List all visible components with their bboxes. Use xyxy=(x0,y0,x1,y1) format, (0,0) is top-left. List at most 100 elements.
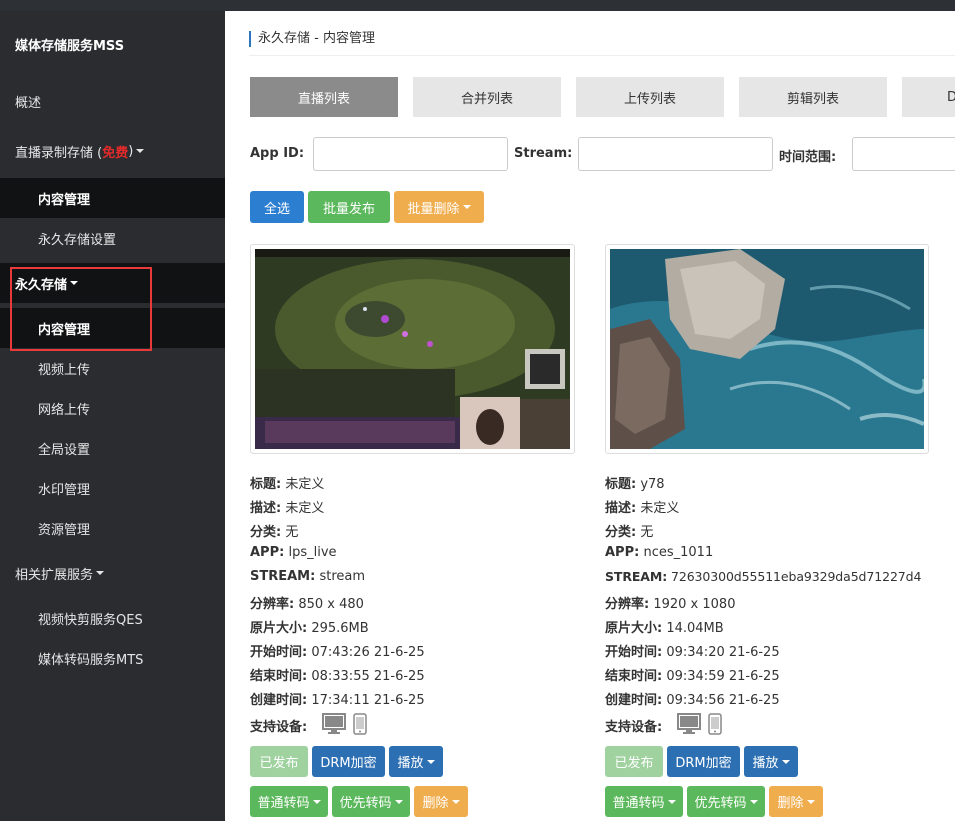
field-label: 支持设备: xyxy=(605,720,663,735)
field-label: 标题: xyxy=(250,477,282,492)
caret-down-icon xyxy=(462,205,471,209)
card1-stream-row: STREAM: stream xyxy=(250,569,365,584)
card1-play-button[interactable]: 播放 xyxy=(389,746,443,777)
card1-normal-transcode-button[interactable]: 普通转码 xyxy=(250,786,328,817)
sidebar: 媒体存储服务MSS 概述 直播录制存储 (免费) 内容管理 永久存储设置 永久存… xyxy=(0,11,225,821)
card2-size-row: 原片大小: 14.04MB xyxy=(605,617,724,636)
card2-end: 09:34:59 21-6-25 xyxy=(666,669,780,684)
card1-title-row: 标题: 未定义 xyxy=(250,473,324,492)
delete-label: 删除 xyxy=(422,796,449,811)
caret-down-icon xyxy=(426,759,435,764)
sidebar-item-label-close: ) xyxy=(128,143,134,159)
stream-input[interactable] xyxy=(578,137,773,171)
batch-delete-label: 批量删除 xyxy=(407,201,460,217)
card2-desc-row: 描述: 未定义 xyxy=(605,497,679,516)
card1-title: 未定义 xyxy=(285,477,325,492)
batch-publish-button[interactable]: 批量发布 xyxy=(308,191,390,223)
field-label: APP: xyxy=(605,545,640,560)
sidebar-item-label: 全局设置 xyxy=(38,442,91,458)
card1-start-row: 开始时间: 07:43:26 21-6-25 xyxy=(250,641,425,660)
sidebar-item-live-storage[interactable]: 直播录制存储 (免费) xyxy=(0,131,225,171)
sidebar-item-overview[interactable]: 概述 xyxy=(0,81,225,121)
sidebar-item-label: 视频上传 xyxy=(38,362,91,378)
field-label: 开始时间: xyxy=(250,645,308,660)
sidebar-item-watermark[interactable]: 水印管理 xyxy=(0,468,225,508)
sidebar-item-perm-settings[interactable]: 永久存储设置 xyxy=(0,218,225,258)
card2-drm-button[interactable]: DRM加密 xyxy=(667,746,740,777)
card2-play-button[interactable]: 播放 xyxy=(744,746,798,777)
card2-size: 14.04MB xyxy=(666,621,724,636)
video-thumbnail-1[interactable] xyxy=(250,244,575,454)
sidebar-item-resources[interactable]: 资源管理 xyxy=(0,508,225,548)
card2-resolution: 1920 x 1080 xyxy=(653,597,736,612)
tab-clip-list[interactable]: 剪辑列表 xyxy=(739,77,887,117)
tab-upload-list[interactable]: 上传列表 xyxy=(576,77,724,117)
card2-created-row: 创建时间: 09:34:56 21-6-25 xyxy=(605,689,780,708)
sidebar-item-qes[interactable]: 视频快剪服务QES xyxy=(0,598,225,638)
field-label: 结束时间: xyxy=(605,669,663,684)
sidebar-item-net-upload[interactable]: 网络上传 xyxy=(0,388,225,428)
sidebar-item-global-settings[interactable]: 全局设置 xyxy=(0,428,225,468)
tab-more-label: D xyxy=(947,89,955,105)
card2-stream: 72630300d55511eba9329da5d71227d4 xyxy=(670,569,922,584)
mobile-icon xyxy=(708,713,722,735)
stream-label: Stream: xyxy=(514,146,573,161)
appid-input[interactable] xyxy=(313,137,508,171)
card2-app-row: APP: nces_1011 xyxy=(605,545,713,560)
tab-more[interactable]: D xyxy=(902,77,955,117)
field-label: 原片大小: xyxy=(250,621,308,636)
card1-resolution: 850 x 480 xyxy=(298,597,364,612)
card2-created: 09:34:56 21-6-25 xyxy=(666,693,780,708)
card1-drm-button[interactable]: DRM加密 xyxy=(312,746,385,777)
caret-down-icon xyxy=(312,799,321,804)
tab-live-list[interactable]: 直播列表 xyxy=(250,77,398,117)
field-label: 分辨率: xyxy=(605,597,650,612)
desktop-icon xyxy=(322,713,346,734)
field-label: STREAM: xyxy=(605,569,668,584)
video-thumbnail-2[interactable] xyxy=(605,244,929,454)
card1-devices-row: 支持设备: xyxy=(250,716,307,735)
sidebar-title: 媒体存储服务MSS xyxy=(15,39,125,54)
sidebar-item-content-mgmt-live[interactable]: 内容管理 xyxy=(0,178,225,218)
sidebar-item-label: 概述 xyxy=(15,95,42,111)
tab-merge-list[interactable]: 合并列表 xyxy=(413,77,561,117)
card1-size: 295.6MB xyxy=(311,621,369,636)
card2-delete-button[interactable]: 删除 xyxy=(769,786,823,817)
card2-desc: 未定义 xyxy=(640,501,680,516)
card1-created: 17:34:11 21-6-25 xyxy=(311,693,425,708)
select-all-button[interactable]: 全选 xyxy=(250,191,304,223)
sidebar-item-label: 网络上传 xyxy=(38,402,91,418)
card2-category-row: 分类: 无 xyxy=(605,521,653,540)
field-label: 开始时间: xyxy=(605,645,663,660)
card1-delete-button[interactable]: 删除 xyxy=(414,786,468,817)
field-label: 分类: xyxy=(605,525,637,540)
card1-published-button[interactable]: 已发布 xyxy=(250,746,308,777)
batch-delete-button[interactable]: 批量删除 xyxy=(394,191,484,223)
card1-priority-transcode-button[interactable]: 优先转码 xyxy=(332,786,410,817)
caret-down-icon xyxy=(136,149,145,153)
priority-transcode-label: 优先转码 xyxy=(339,796,392,811)
field-label: 描述: xyxy=(605,501,637,516)
sidebar-item-ext-services[interactable]: 相关扩展服务 xyxy=(0,553,225,593)
card2-title-row: 标题: y78 xyxy=(605,473,665,492)
sidebar-item-video-upload[interactable]: 视频上传 xyxy=(0,348,225,388)
normal-transcode-label: 普通转码 xyxy=(257,796,310,811)
card1-desc-row: 描述: 未定义 xyxy=(250,497,324,516)
card1-desc: 未定义 xyxy=(285,501,325,516)
card1-app: lps_live xyxy=(288,545,337,560)
card2-category: 无 xyxy=(640,525,654,540)
appid-label: App ID: xyxy=(250,146,305,161)
sidebar-item-mts[interactable]: 媒体转码服务MTS xyxy=(0,638,225,678)
free-badge: 免费 xyxy=(102,145,129,161)
card2-priority-transcode-button[interactable]: 优先转码 xyxy=(687,786,765,817)
field-label: 创建时间: xyxy=(250,693,308,708)
card2-published-button[interactable]: 已发布 xyxy=(605,746,663,777)
card2-normal-transcode-button[interactable]: 普通转码 xyxy=(605,786,683,817)
time-range-input[interactable] xyxy=(852,137,955,171)
card2-stream-row: STREAM: 72630300d55511eba9329da5d71227d4 xyxy=(605,569,921,584)
sidebar-item-label: 内容管理 xyxy=(38,192,91,208)
ocean-rocks-image xyxy=(610,249,924,449)
card2-end-row: 结束时间: 09:34:59 21-6-25 xyxy=(605,665,780,684)
sidebar-item-label: 水印管理 xyxy=(38,482,91,498)
sidebar-item-label: 直播录制存储 ( xyxy=(15,145,103,161)
